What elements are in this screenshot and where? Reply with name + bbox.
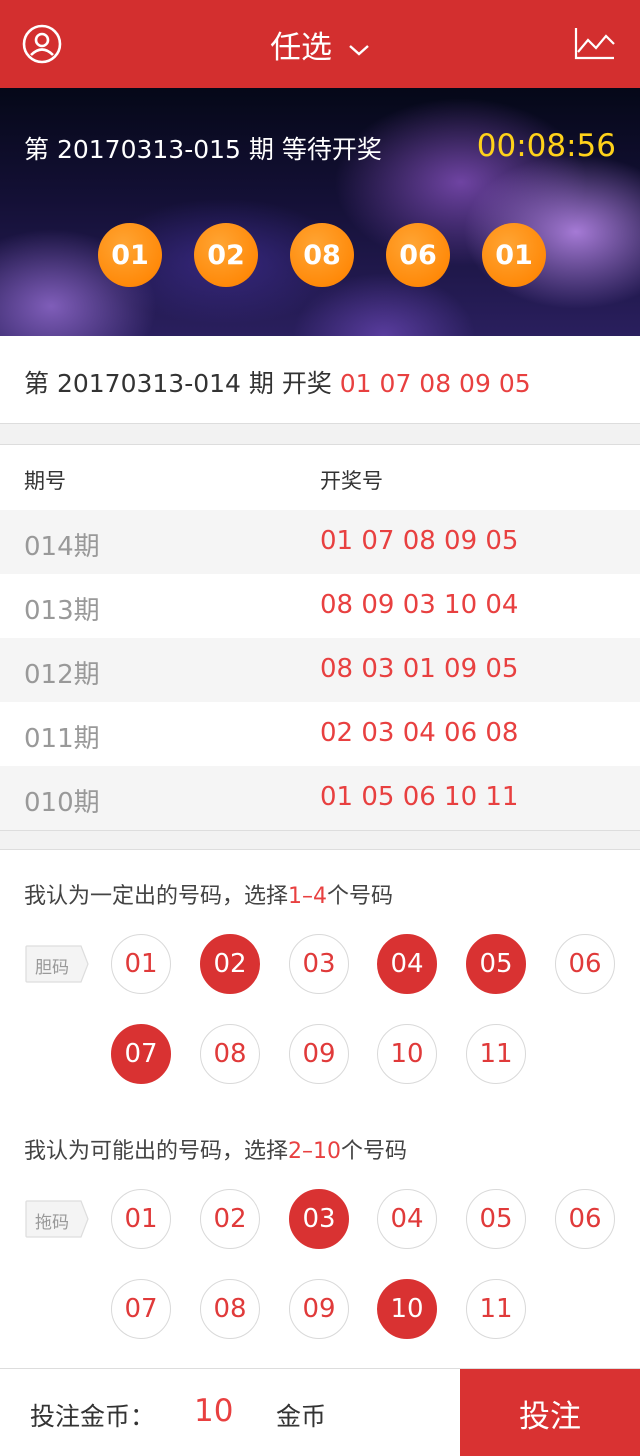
lottery-ball: 01	[98, 223, 162, 287]
current-draw-banner: 第 20170313-015 期 等待开奖 00:08:56 01 02 08 …	[0, 88, 640, 336]
row-period: 014期	[24, 532, 100, 562]
lottery-ball: 02	[194, 223, 258, 287]
row-numbers: 02 03 04 06 08	[320, 718, 519, 748]
dan-number-04[interactable]: 04	[377, 934, 437, 994]
tuo-hint-range: 2–10	[288, 1139, 342, 1164]
tuo-number-01[interactable]: 01	[111, 1189, 171, 1249]
dan-number-07[interactable]: 07	[111, 1024, 171, 1084]
dan-hint-prefix: 我认为一定出的号码，选择	[24, 884, 289, 909]
current-period-status: 第 20170313-015 期 等待开奖	[24, 135, 382, 164]
row-numbers: 01 07 08 09 05	[320, 526, 519, 556]
tuo-number-07[interactable]: 07	[111, 1279, 171, 1339]
tuo-number-10[interactable]: 10	[377, 1279, 437, 1339]
dan-number-03[interactable]: 03	[289, 934, 349, 994]
trend-chart-icon[interactable]	[574, 26, 616, 60]
tuo-number-02[interactable]: 02	[200, 1189, 260, 1249]
tuo-number-11[interactable]: 11	[466, 1279, 526, 1339]
last-draw-result: 第 20170313-014 期 开奖 01 07 08 09 05	[0, 336, 640, 424]
dan-hint-suffix: 个号码	[327, 884, 394, 909]
row-period: 012期	[24, 660, 100, 690]
table-row: 012期 08 03 01 09 05	[0, 638, 640, 702]
dan-number-11[interactable]: 11	[466, 1024, 526, 1084]
tuo-tag-label: 拖码	[35, 1213, 69, 1233]
bet-footer: 投注金币： 10 金币 投注	[0, 1368, 640, 1456]
column-header-period: 期号	[24, 469, 66, 493]
dan-number-01[interactable]: 01	[111, 934, 171, 994]
bet-button[interactable]: 投注	[460, 1369, 640, 1456]
history-table: 期号 开奖号 014期 01 07 08 09 05 013期 08 09 03 10…	[0, 444, 640, 831]
page-title: 任选	[270, 30, 333, 66]
row-period: 011期	[24, 724, 100, 754]
last-draw-label: 第 20170313-014 期 开奖	[24, 369, 340, 398]
dan-number-05[interactable]: 05	[466, 934, 526, 994]
last-draw-numbers: 01 07 08 09 05	[339, 369, 531, 398]
row-period: 013期	[24, 596, 100, 626]
row-numbers: 08 03 01 09 05	[320, 654, 519, 684]
chevron-down-icon	[349, 44, 369, 56]
row-period: 010期	[24, 788, 100, 818]
tuo-number-03[interactable]: 03	[289, 1189, 349, 1249]
dan-number-09[interactable]: 09	[289, 1024, 349, 1084]
dan-number-08[interactable]: 08	[200, 1024, 260, 1084]
tuo-hint-suffix: 个号码	[341, 1139, 408, 1164]
dan-number-06[interactable]: 06	[555, 934, 615, 994]
top-nav-bar: 任选	[0, 0, 640, 88]
dan-number-02[interactable]: 02	[200, 934, 260, 994]
lottery-ball: 01	[482, 223, 546, 287]
tuo-number-06[interactable]: 06	[555, 1189, 615, 1249]
tuo-tag: 拖码	[25, 1200, 89, 1238]
bet-amount-value[interactable]: 10	[194, 1393, 233, 1429]
countdown-timer: 00:08:56	[476, 128, 616, 164]
dan-tag-label: 胆码	[35, 958, 69, 978]
dan-hint: 我认为一定出的号码，选择1–4个号码	[24, 878, 393, 910]
row-numbers: 01 05 06 10 11	[320, 782, 519, 812]
tuo-number-05[interactable]: 05	[466, 1189, 526, 1249]
column-header-numbers: 开奖号	[320, 469, 383, 493]
table-row: 013期 08 09 03 10 04	[0, 574, 640, 638]
tuo-number-08[interactable]: 08	[200, 1279, 260, 1339]
pending-balls: 01 02 08 06 01	[98, 223, 578, 287]
table-row: 010期 01 05 06 10 11	[0, 766, 640, 830]
table-row: 014期 01 07 08 09 05	[0, 510, 640, 574]
tuo-hint-prefix: 我认为可能出的号码，选择	[24, 1139, 289, 1164]
bet-amount-unit: 金币	[276, 1402, 327, 1431]
row-numbers: 08 09 03 10 04	[320, 590, 519, 620]
table-header: 期号 开奖号	[0, 445, 640, 510]
dan-tag: 胆码	[25, 945, 89, 983]
dan-hint-range: 1–4	[288, 884, 328, 909]
number-picker: 我认为一定出的号码，选择1–4个号码 胆码 01 02 03 04 05 06 07 08 09…	[0, 849, 640, 1368]
table-row: 011期 02 03 04 06 08	[0, 702, 640, 766]
play-type-selector[interactable]: 任选	[0, 22, 640, 67]
dan-number-10[interactable]: 10	[377, 1024, 437, 1084]
tuo-hint: 我认为可能出的号码，选择2–10个号码	[24, 1133, 407, 1165]
tuo-number-09[interactable]: 09	[289, 1279, 349, 1339]
lottery-ball: 08	[290, 223, 354, 287]
last-draw-text: 第 20170313-014 期 开奖 01 07 08 09 05	[24, 364, 531, 400]
tuo-number-04[interactable]: 04	[377, 1189, 437, 1249]
lottery-ball: 06	[386, 223, 450, 287]
bet-amount-label: 投注金币：	[30, 1402, 156, 1431]
